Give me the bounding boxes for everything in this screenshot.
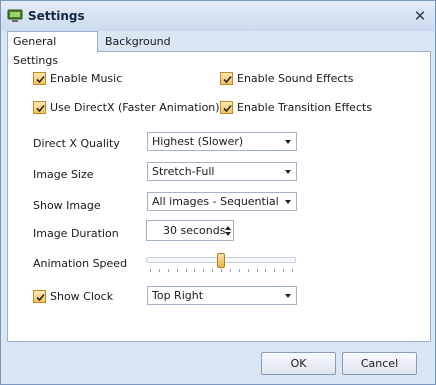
slider-tick [150, 269, 151, 272]
tab-bar: General Settings Background Music [7, 31, 431, 67]
spin-up-icon[interactable] [225, 224, 232, 231]
slider-tick [203, 269, 205, 272]
slider-tick [221, 269, 222, 272]
cancel-button[interactable]: Cancel [342, 352, 417, 375]
checkbox-checked-icon [33, 71, 46, 85]
directx-quality-select[interactable]: Highest (Slower) [147, 132, 297, 151]
image-duration-spinner[interactable]: 30 seconds [146, 220, 234, 241]
tab-general-settings[interactable]: General Settings [7, 31, 98, 67]
slider-tick [212, 269, 214, 272]
slider-tick [292, 269, 293, 272]
settings-window: Settings ✕ General Settings Background M… [0, 0, 436, 385]
checkbox-checked-icon [33, 100, 46, 114]
slider-tick [176, 269, 178, 272]
spin-down-icon[interactable] [225, 232, 232, 239]
chevron-down-icon [285, 140, 291, 144]
enable-music-checkbox[interactable]: Enable Music [33, 70, 122, 86]
close-icon[interactable]: ✕ [411, 7, 429, 25]
slider-tick [274, 269, 276, 272]
enable-transition-effects-label: Enable Transition Effects [237, 100, 373, 114]
directx-quality-label: Direct X Quality [33, 137, 120, 150]
animation-speed-slider[interactable] [146, 253, 296, 275]
slider-tick [167, 269, 169, 272]
slider-tick [247, 269, 249, 272]
slider-ticks [146, 269, 296, 273]
checkbox-checked-icon [220, 100, 233, 114]
show-image-select[interactable]: All images - Sequential [147, 192, 297, 211]
checkbox-checked-icon [33, 289, 46, 303]
tab-background-music[interactable]: Background Music [100, 32, 210, 67]
slider-thumb[interactable] [217, 253, 225, 268]
image-duration-value: 30 seconds [163, 224, 226, 237]
slider-tick [185, 269, 187, 272]
settings-app-icon [7, 9, 23, 22]
chevron-down-icon [285, 294, 291, 298]
enable-sound-effects-label: Enable Sound Effects [237, 71, 354, 85]
slider-tick [238, 269, 240, 272]
enable-music-label: Enable Music [50, 71, 123, 85]
title-bar[interactable]: Settings ✕ [1, 1, 435, 31]
slider-tick [229, 269, 231, 272]
enable-sound-effects-checkbox[interactable]: Enable Sound Effects [220, 70, 354, 86]
dialog-footer: OK Cancel [1, 343, 435, 384]
slider-tick [194, 269, 196, 272]
ok-button[interactable]: OK [261, 352, 336, 375]
show-clock-label: Show Clock [50, 289, 114, 303]
slider-tick [158, 269, 160, 272]
use-directx-checkbox[interactable]: Use DirectX (Faster Animation) [33, 99, 220, 115]
directx-quality-value: Highest (Slower) [152, 135, 244, 148]
clock-position-value: Top Right [152, 289, 204, 302]
show-image-value: All images - Sequential [152, 195, 279, 208]
use-directx-label: Use DirectX (Faster Animation) [50, 100, 220, 114]
show-image-label: Show Image [33, 199, 101, 212]
image-duration-label: Image Duration [33, 227, 119, 240]
slider-tick [265, 269, 267, 272]
chevron-down-icon [285, 200, 291, 204]
animation-speed-label: Animation Speed [33, 257, 128, 270]
window-title: Settings [28, 9, 85, 23]
chevron-down-icon [285, 170, 291, 174]
show-clock-checkbox[interactable]: Show Clock [33, 288, 113, 304]
clock-position-select[interactable]: Top Right [147, 286, 297, 305]
image-size-value: Stretch-Full [152, 165, 215, 178]
checkbox-checked-icon [220, 71, 233, 85]
slider-tick [256, 269, 258, 272]
image-size-label: Image Size [33, 168, 94, 181]
slider-tick [283, 269, 285, 272]
enable-transition-effects-checkbox[interactable]: Enable Transition Effects [220, 99, 372, 115]
image-size-select[interactable]: Stretch-Full [147, 162, 297, 181]
general-settings-panel: Enable Music Enable Sound Effects Use Di… [7, 51, 431, 342]
